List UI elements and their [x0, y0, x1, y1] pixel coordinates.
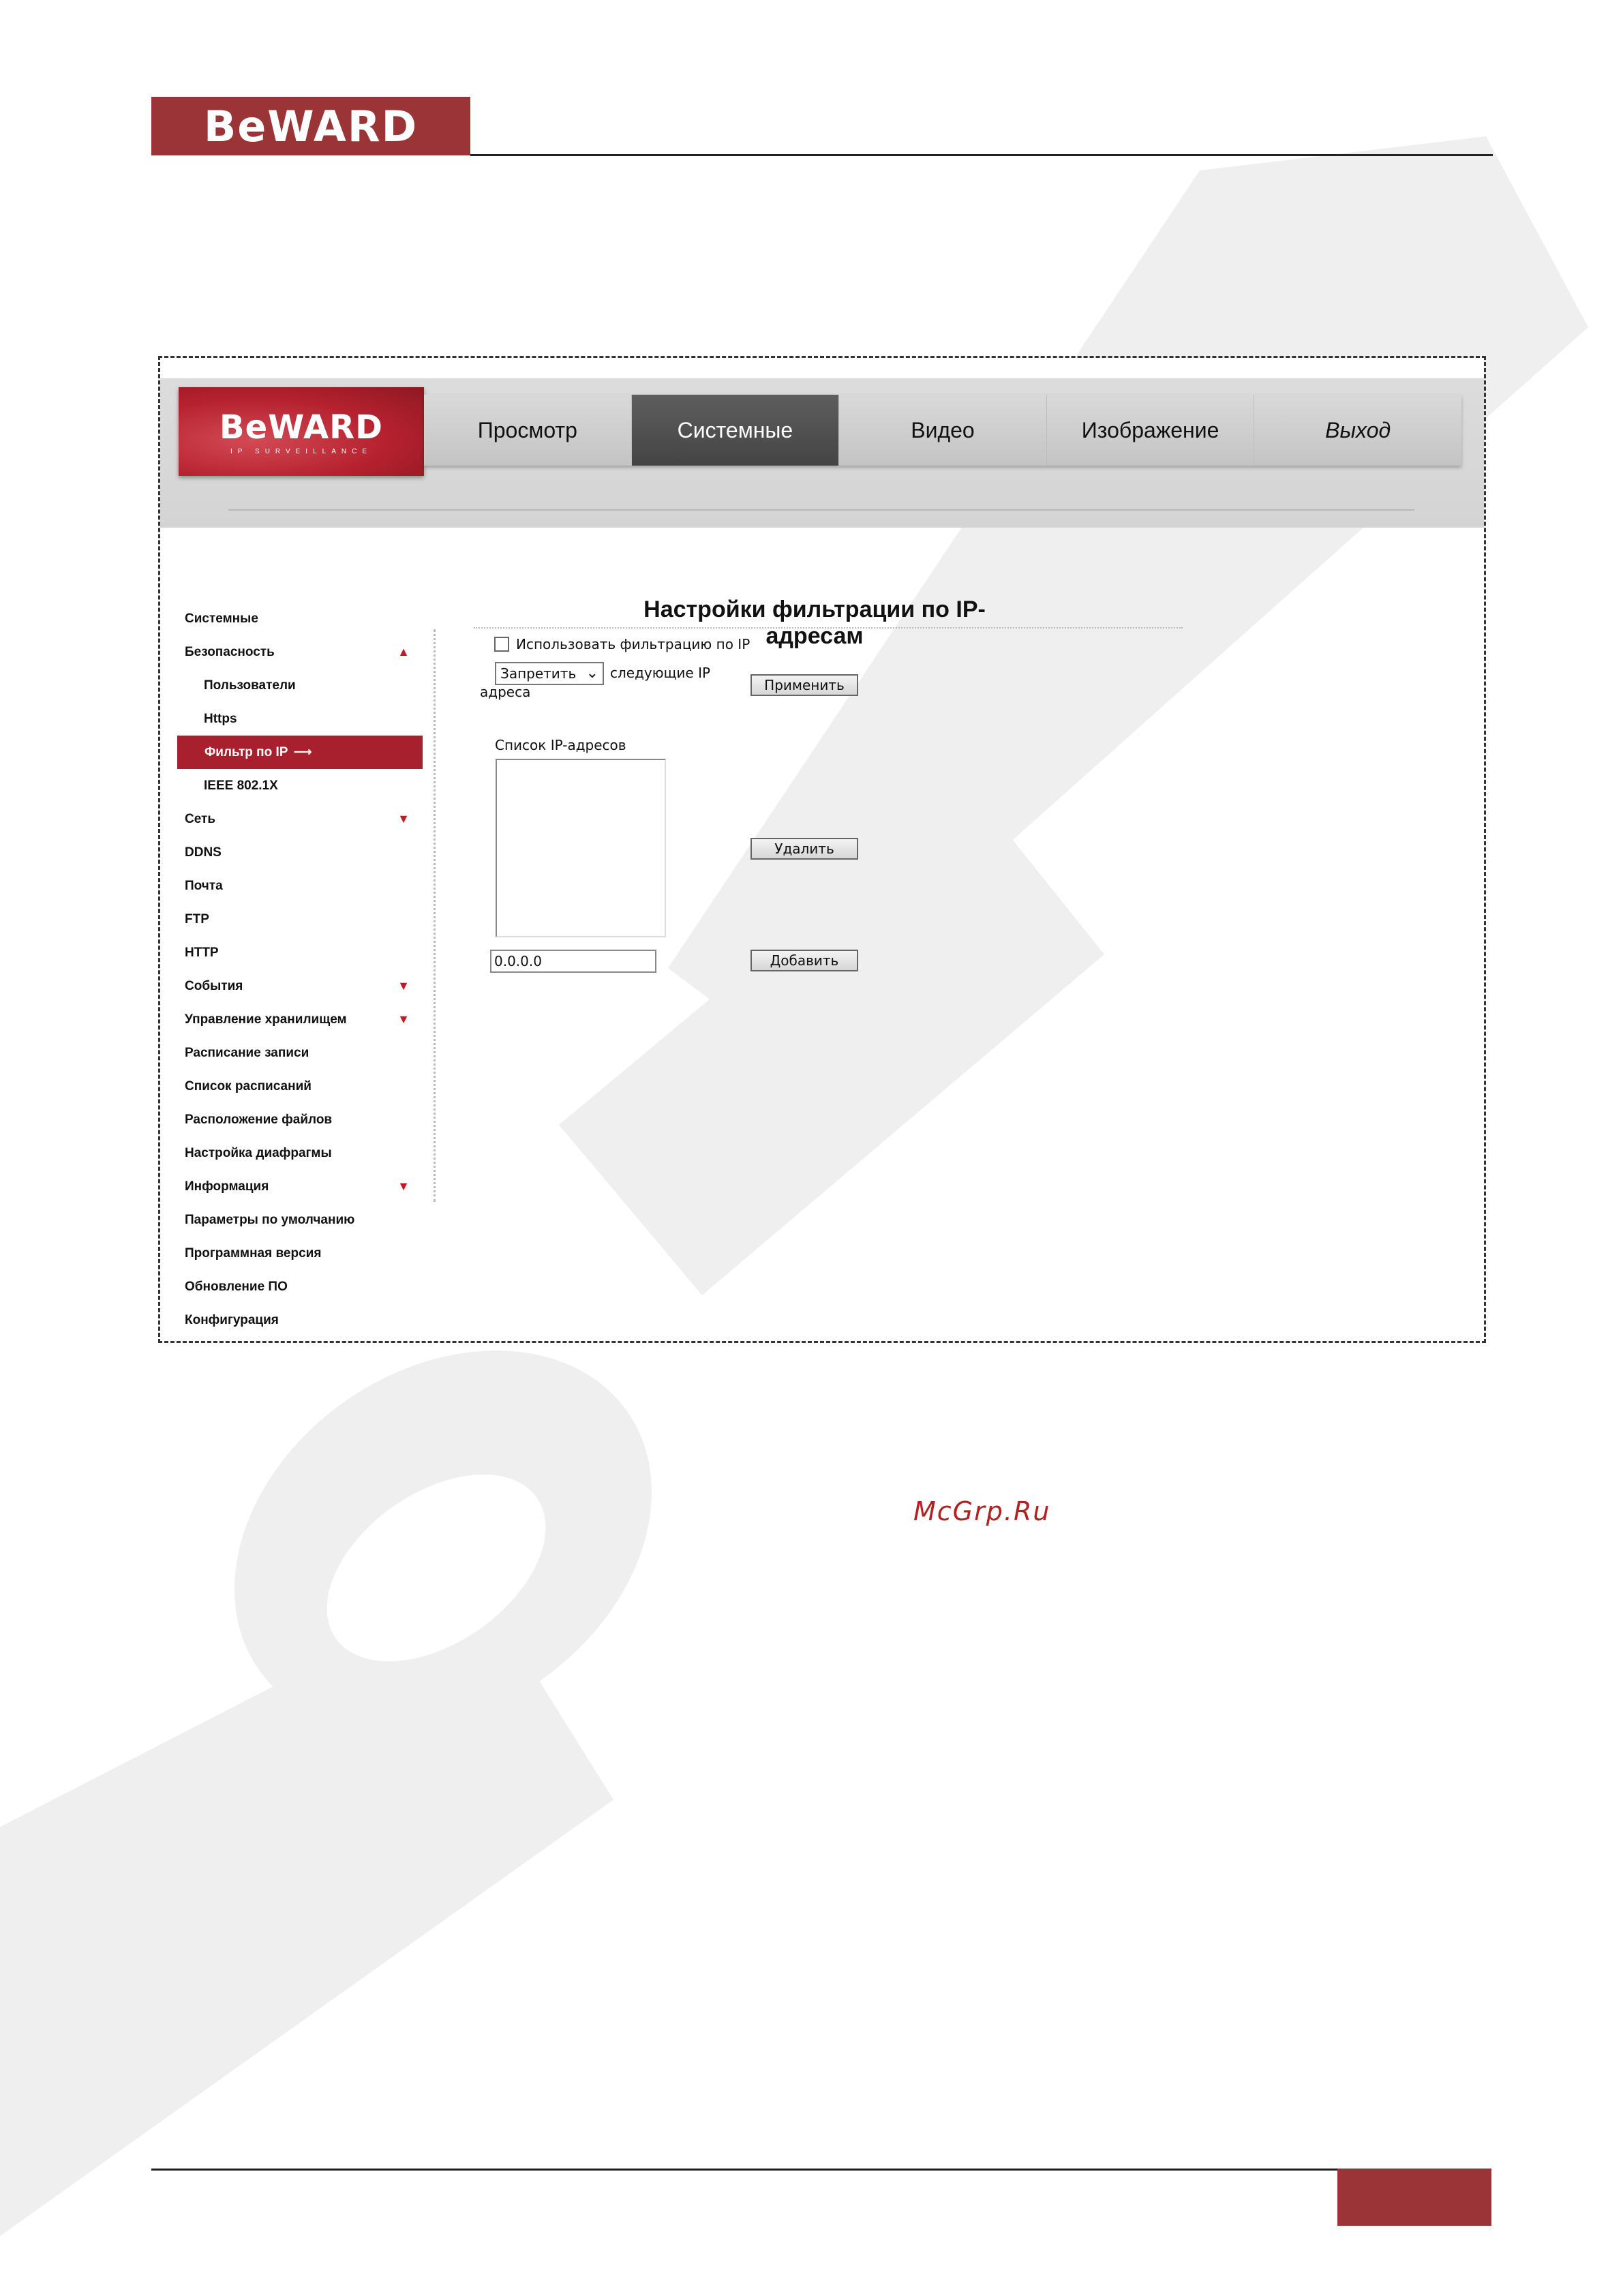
ui-logo-brand: BeWARD: [219, 408, 383, 447]
filter-mode-select[interactable]: Запретить ⌄: [495, 662, 604, 685]
sidebar-item-label: Программная версия: [185, 1246, 322, 1260]
tab-video-label: Видео: [911, 417, 975, 442]
tab-video[interactable]: Видео: [839, 395, 1047, 466]
sidebar-item-label: Обновление ПО: [185, 1280, 288, 1294]
tab-logout[interactable]: Выход: [1254, 395, 1461, 466]
sidebar-item-https[interactable]: Https: [177, 702, 429, 736]
sidebar-item-firmware-update[interactable]: Обновление ПО: [177, 1270, 429, 1303]
sidebar-item-label: IEEE 802.1X: [204, 779, 278, 793]
add-button[interactable]: Добавить: [750, 950, 858, 971]
sidebar-item-network[interactable]: Сеть ▼: [177, 802, 429, 836]
sidebar-item-label: Настройка диафрагмы: [185, 1146, 332, 1160]
tab-system[interactable]: Системные: [631, 395, 840, 466]
triangle-down-icon: ▼: [397, 1179, 410, 1193]
sidebar-item-label: Пользователи: [204, 678, 296, 693]
sidebar-separator: [434, 629, 436, 1202]
page-brand-logo: BeWARD: [151, 97, 470, 155]
sidebar-item-label: Системные: [185, 611, 258, 626]
tab-system-label: Системные: [677, 417, 793, 442]
delete-button[interactable]: Удалить: [750, 838, 858, 860]
sidebar-item-label: HTTP: [185, 946, 219, 960]
sidebar-item-label: События: [185, 979, 243, 993]
sidebar-item-label: DDNS: [185, 845, 222, 860]
tab-image[interactable]: Изображение: [1047, 395, 1255, 466]
sidebar-item-label: Фильтр по IP: [204, 745, 288, 759]
sidebar-item-mail[interactable]: Почта: [177, 869, 429, 903]
following-ip-text: следующие IP: [610, 665, 711, 681]
ui-logo: BeWARD IP SURVEILLANCE: [179, 387, 424, 476]
sidebar-item-http[interactable]: HTTP: [177, 936, 429, 969]
sidebar-item-iris[interactable]: Настройка диафрагмы: [177, 1136, 429, 1170]
title-underline: [474, 627, 1183, 629]
sidebar-item-users[interactable]: Пользователи: [177, 669, 429, 702]
tab-preview[interactable]: Просмотр: [424, 395, 632, 466]
sidebar-item-file-location[interactable]: Расположение файлов: [177, 1103, 429, 1136]
sidebar-item-storage[interactable]: Управление хранилищем ▼: [177, 1003, 429, 1036]
screenshot-frame: BeWARD IP SURVEILLANCE Просмотр Системны…: [158, 356, 1486, 1526]
sidebar-item-info[interactable]: Информация ▼: [177, 1170, 429, 1203]
top-nav: Просмотр Системные Видео Изображение Вых…: [424, 395, 1461, 466]
triangle-down-icon: ▼: [397, 979, 410, 993]
sidebar-item-ieee8021x[interactable]: IEEE 802.1X: [177, 769, 429, 802]
filter-mode-value: Запретить: [500, 665, 577, 682]
sidebar-item-firmware-version[interactable]: Программная версия: [177, 1237, 429, 1270]
site-watermark-text: McGrp.Ru: [913, 1496, 1051, 1526]
header-rule: [470, 154, 1493, 156]
sidebar-item-schedule-list[interactable]: Список расписаний: [177, 1070, 429, 1103]
sidebar-item-ftp[interactable]: FTP: [177, 903, 429, 936]
footer-rule: [151, 2169, 1337, 2171]
sidebar-item-label: Безопасность: [185, 645, 275, 659]
page-brand-text: BeWARD: [203, 101, 419, 151]
header-band: BeWARD IP SURVEILLANCE Просмотр Системны…: [160, 358, 1484, 528]
sidebar-item-security[interactable]: Безопасность ▲: [177, 635, 429, 669]
sidebar-item-configuration[interactable]: Конфигурация: [177, 1303, 429, 1337]
apply-button[interactable]: Применить: [750, 674, 858, 696]
tab-logout-label: Выход: [1325, 417, 1391, 442]
enable-filter-row: Использовать фильтрацию по IP: [494, 636, 750, 652]
ui-logo-tagline: IP SURVEILLANCE: [230, 447, 372, 455]
ip-address-list[interactable]: [496, 759, 666, 937]
sidebar-item-defaults[interactable]: Параметры по умолчанию: [177, 1203, 429, 1237]
sidebar-item-record-schedule[interactable]: Расписание записи: [177, 1036, 429, 1070]
footer-brand-block: [1337, 2169, 1491, 2226]
sidebar-item-label: FTP: [185, 912, 209, 926]
band-divider: [228, 509, 1414, 511]
enable-filter-label: Использовать фильтрацию по IP: [516, 636, 750, 652]
sidebar-item-label: Список расписаний: [185, 1079, 312, 1093]
chevron-down-icon: ⌄: [586, 665, 598, 682]
sidebar-item-label: Расписание записи: [185, 1046, 309, 1060]
sidebar-item-label: Параметры по умолчанию: [185, 1213, 355, 1227]
sidebar-item-label: Почта: [185, 879, 223, 893]
sidebar-item-label: Сеть: [185, 812, 216, 826]
enable-filter-checkbox[interactable]: [494, 637, 509, 652]
sidebar-item-label: Расположение файлов: [185, 1113, 333, 1127]
tab-preview-label: Просмотр: [477, 417, 577, 442]
tab-image-label: Изображение: [1081, 417, 1219, 442]
triangle-down-icon: ▼: [397, 1012, 410, 1026]
ip-address-input[interactable]: [490, 950, 656, 973]
arrow-right-icon: ⟶: [293, 745, 312, 759]
sidebar-item-ip-filter[interactable]: Фильтр по IP ⟶: [177, 736, 423, 769]
sidebar-item-events[interactable]: События ▼: [177, 969, 429, 1003]
sidebar-item-label: Управление хранилищем: [185, 1012, 347, 1027]
triangle-up-icon: ▲: [397, 645, 410, 659]
sidebar-item-label: Информация: [185, 1179, 269, 1194]
address-text: адреса: [480, 684, 531, 700]
triangle-down-icon: ▼: [397, 812, 410, 826]
sidebar-item-label: Конфигурация: [185, 1313, 279, 1327]
sidebar-item-label: Https: [204, 712, 237, 726]
sidebar-item-system[interactable]: Системные: [177, 602, 429, 635]
sidebar-menu: Системные Безопасность ▲ Пользователи Htt…: [177, 602, 429, 1337]
ip-list-label: Список IP-адресов: [495, 737, 626, 753]
sidebar-item-ddns[interactable]: DDNS: [177, 836, 429, 869]
